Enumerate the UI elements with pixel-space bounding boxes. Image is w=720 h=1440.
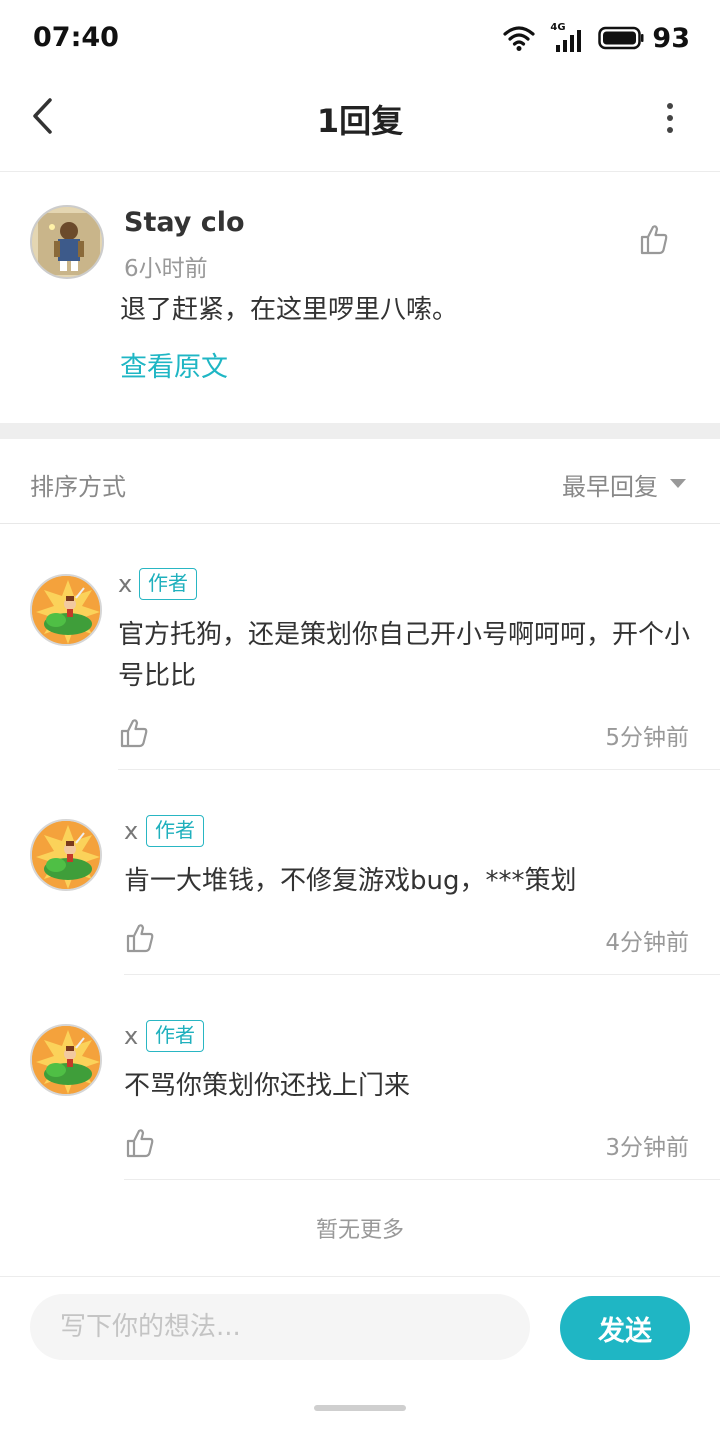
reply-author[interactable]: x: [124, 1022, 138, 1050]
avatar[interactable]: [30, 205, 104, 279]
battery-icon: [598, 26, 644, 50]
reply-time: 4分钟前: [605, 930, 689, 956]
sort-bar: 排序方式 最早回复: [0, 439, 720, 524]
wifi-icon: [503, 26, 536, 51]
header: 1回复: [0, 76, 720, 172]
thumbs-up-icon[interactable]: [120, 718, 148, 748]
send-button[interactable]: 发送: [560, 1296, 690, 1360]
sort-dropdown[interactable]: 最早回复: [562, 467, 658, 502]
signal-icon: 4G: [550, 22, 584, 52]
comment-time: 6小时前: [124, 256, 208, 282]
reply-time: 5分钟前: [605, 725, 689, 751]
author-badge: 作者: [146, 815, 204, 847]
page-title: 1回复: [316, 102, 404, 140]
status-bar: 07:40 4G 93: [0, 0, 720, 76]
comment-composer: 发送: [0, 1276, 720, 1440]
sort-label: 排序方式: [30, 473, 126, 501]
reply-author[interactable]: x: [124, 817, 138, 845]
no-more-label: 暂无更多: [315, 1218, 404, 1243]
reply-item: x 作者 官方托狗，还是策划你自己开小号啊呵呵，开个小号比比 5分钟前: [0, 524, 720, 770]
thumbs-up-icon[interactable]: [126, 1128, 154, 1158]
author-badge: 作者: [146, 1020, 204, 1052]
reply-time: 3分钟前: [605, 1135, 689, 1161]
reply-author[interactable]: x: [118, 570, 132, 598]
battery-level: 93: [652, 22, 690, 54]
reply-text: 不骂你策划你还找上门来: [124, 1071, 411, 1101]
reply-text: 肯一大堆钱，不修复游戏bug，***策划: [124, 866, 577, 896]
comment-text: 退了赶紧，在这里啰里八嗦。: [120, 295, 459, 325]
divider: [118, 769, 720, 770]
main-comment: Stay clo 6小时前 退了赶紧，在这里啰里八嗦。 查看原文: [0, 173, 720, 423]
divider: [124, 1179, 720, 1180]
author-name[interactable]: Stay clo: [124, 207, 245, 238]
avatar[interactable]: [30, 574, 102, 646]
home-indicator[interactable]: [314, 1405, 406, 1411]
divider: [124, 974, 720, 975]
thumbs-up-icon[interactable]: [126, 923, 154, 953]
avatar[interactable]: [30, 819, 102, 891]
reply-item: x 作者 不骂你策划你还找上门来 3分钟前: [0, 976, 720, 1180]
comment-input[interactable]: [30, 1294, 530, 1360]
more-vertical-icon[interactable]: [660, 100, 680, 136]
caret-down-icon[interactable]: [670, 479, 686, 488]
avatar[interactable]: [30, 1024, 102, 1096]
section-divider: [0, 423, 720, 439]
status-icons: 4G 93: [502, 20, 690, 56]
reply-text: 官方托狗，还是策划你自己开小号啊呵呵，开个小号比比: [118, 620, 691, 691]
reply-item: x 作者 肯一大堆钱，不修复游戏bug，***策划 4分钟前: [0, 771, 720, 975]
status-time: 07:40: [33, 22, 119, 53]
view-original-link[interactable]: 查看原文: [120, 345, 228, 384]
thumbs-up-icon[interactable]: [640, 223, 668, 255]
author-badge: 作者: [139, 568, 197, 600]
